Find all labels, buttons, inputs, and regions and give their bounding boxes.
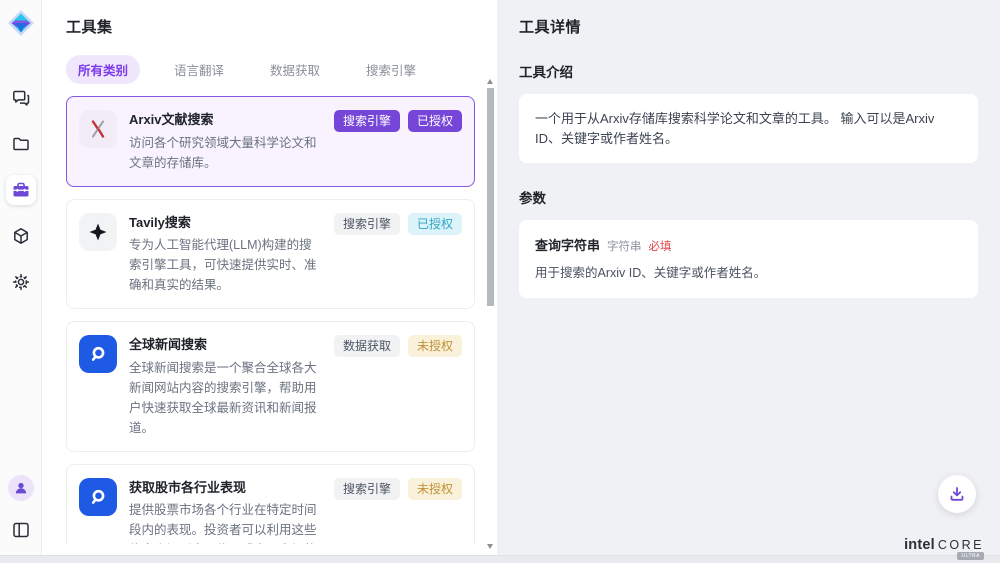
download-button[interactable] bbox=[938, 475, 976, 513]
scrollbar-down-arrow-icon[interactable] bbox=[487, 544, 493, 549]
brand-ultra-badge: ultra bbox=[957, 552, 984, 560]
collapse-panel-icon[interactable] bbox=[6, 515, 36, 545]
user-avatar[interactable] bbox=[8, 475, 34, 501]
nav-chat-icon[interactable] bbox=[6, 83, 36, 113]
intro-text: 一个用于从Arxiv存储库搜索科学论文和文章的工具。 输入可以是Arxiv ID… bbox=[535, 109, 962, 148]
tavily-star-icon bbox=[79, 213, 117, 251]
category-badge: 搜索引擎 bbox=[334, 213, 400, 235]
tool-card-sector-performance[interactable]: 获取股市各行业表现 提供股票市场各个行业在特定时间段内的表现。投资者可以利用这些… bbox=[66, 464, 475, 545]
category-tabs: 所有类别 语言翻译 数据获取 搜索引擎 bbox=[66, 55, 497, 84]
nav-settings-gear-icon[interactable] bbox=[6, 267, 36, 297]
scrollbar-thumb[interactable] bbox=[487, 88, 494, 306]
tool-card-global-news[interactable]: 全球新闻搜索 全球新闻搜索是一个聚合全球各大新闻网站内容的搜索引擎，帮助用户快速… bbox=[66, 321, 475, 452]
tool-card-arxiv[interactable]: Arxiv文献搜索 访问各个研究领域大量科学论文和文章的存储库。 搜索引擎 已授… bbox=[66, 96, 475, 187]
tool-card-list: Arxiv文献搜索 访问各个研究领域大量科学论文和文章的存储库。 搜索引擎 已授… bbox=[66, 96, 497, 544]
tab-language-translation[interactable]: 语言翻译 bbox=[162, 55, 236, 84]
tab-search-engine[interactable]: 搜索引擎 bbox=[354, 55, 428, 84]
auth-status-badge: 已授权 bbox=[408, 110, 462, 132]
tool-name: 获取股市各行业表现 bbox=[129, 478, 324, 498]
scrollbar-up-arrow-icon[interactable] bbox=[487, 79, 493, 84]
brand-core-text: core ultra bbox=[938, 538, 984, 552]
app-logo-icon bbox=[7, 9, 35, 37]
nav-cube-icon[interactable] bbox=[6, 221, 36, 251]
category-badge: 搜索引擎 bbox=[334, 478, 400, 500]
category-badge: 数据获取 bbox=[334, 335, 400, 357]
intel-core-logo: intel core ultra bbox=[904, 537, 984, 553]
tool-name: Arxiv文献搜索 bbox=[129, 110, 324, 130]
window-bottom-edge bbox=[0, 555, 1000, 563]
tab-data-acquisition[interactable]: 数据获取 bbox=[258, 55, 332, 84]
app-window: 工具集 所有类别 语言翻译 数据获取 搜索引擎 Arxiv文献搜索 访问各个研究… bbox=[0, 0, 1000, 555]
params-heading: 参数 bbox=[519, 187, 978, 207]
tool-list-panel: 工具集 所有类别 语言翻译 数据获取 搜索引擎 Arxiv文献搜索 访问各个研究… bbox=[42, 0, 497, 555]
param-type: 字符串 bbox=[607, 241, 642, 253]
param-description: 用于搜索的Arxiv ID、关键字或作者姓名。 bbox=[535, 264, 962, 283]
nav-toolbox-icon[interactable] bbox=[6, 175, 36, 205]
arxiv-x-icon bbox=[79, 110, 117, 148]
page-title: 工具集 bbox=[66, 16, 497, 37]
tool-name: Tavily搜索 bbox=[129, 213, 324, 233]
auth-status-badge: 未授权 bbox=[408, 478, 462, 500]
auth-status-badge: 未授权 bbox=[408, 335, 462, 357]
category-badge: 搜索引擎 bbox=[334, 110, 400, 132]
brand-intel-text: intel bbox=[904, 537, 935, 553]
param-required-label: 必填 bbox=[649, 241, 672, 253]
tool-card-tavily[interactable]: Tavily搜索 专为人工智能代理(LLM)构建的搜索引擎工具，可快速提供实时、… bbox=[66, 199, 475, 310]
q-search-icon bbox=[79, 478, 117, 516]
detail-title: 工具详情 bbox=[519, 16, 978, 37]
tab-all-categories[interactable]: 所有类别 bbox=[66, 55, 140, 84]
intro-card: 一个用于从Arxiv存储库搜索科学论文和文章的工具。 输入可以是Arxiv ID… bbox=[519, 94, 978, 163]
q-search-icon bbox=[79, 335, 117, 373]
param-name: 查询字符串 bbox=[535, 238, 600, 253]
auth-status-badge: 已授权 bbox=[408, 213, 462, 235]
tool-detail-panel: 工具详情 工具介绍 一个用于从Arxiv存储库搜索科学论文和文章的工具。 输入可… bbox=[497, 0, 1000, 555]
tool-description: 提供股票市场各个行业在特定时间段内的表现。投资者可以利用这些信息来识别表现优于或… bbox=[129, 500, 324, 544]
tool-description: 访问各个研究领域大量科学论文和文章的存储库。 bbox=[129, 133, 324, 173]
param-card: 查询字符串字符串必填 用于搜索的Arxiv ID、关键字或作者姓名。 bbox=[519, 220, 978, 298]
tool-name: 全球新闻搜索 bbox=[129, 335, 324, 355]
tool-description: 全球新闻搜索是一个聚合全球各大新闻网站内容的搜索引擎，帮助用户快速获取全球最新资… bbox=[129, 358, 324, 438]
tool-description: 专为人工智能代理(LLM)构建的搜索引擎工具，可快速提供实时、准确和真实的结果。 bbox=[129, 235, 324, 295]
intro-heading: 工具介绍 bbox=[519, 61, 978, 81]
list-scrollbar[interactable] bbox=[486, 82, 494, 541]
download-icon bbox=[948, 485, 966, 503]
nav-folder-icon[interactable] bbox=[6, 129, 36, 159]
left-nav-rail bbox=[0, 0, 42, 555]
